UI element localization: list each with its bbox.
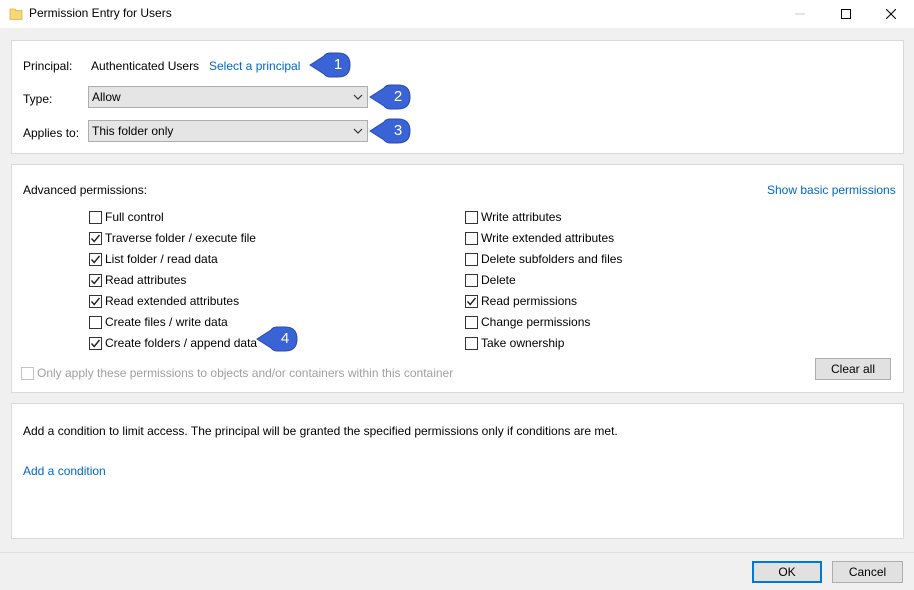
chevron-down-icon	[353, 94, 363, 100]
select-principal-link[interactable]: Select a principal	[209, 59, 300, 73]
callout-number: 4	[280, 330, 290, 347]
show-basic-permissions-link[interactable]: Show basic permissions	[767, 183, 896, 197]
permission-label: List folder / read data	[105, 252, 218, 266]
permission-label: Write attributes	[481, 210, 562, 224]
permission-label: Create folders / append data	[105, 336, 258, 350]
condition-group: Add a condition to limit access. The pri…	[11, 403, 904, 539]
callout-4: 4	[255, 325, 299, 353]
permission-label: Read extended attributes	[105, 294, 240, 308]
permission-label: Take ownership	[481, 336, 565, 350]
callout-1: 1	[308, 51, 352, 79]
dialog-content: Principal: Authenticated Users Select a …	[0, 28, 914, 552]
dialog-footer: OK Cancel	[0, 552, 914, 590]
checkbox-unchecked	[465, 315, 478, 329]
only-apply-label: Only apply these permissions to objects …	[37, 366, 454, 380]
window-title: Permission Entry for Users	[29, 6, 172, 20]
checkbox-checked	[89, 252, 102, 266]
clear-all-button[interactable]: Clear all	[815, 358, 891, 380]
check-icon	[90, 234, 101, 243]
permission-checkbox[interactable]: Traverse folder / execute file	[89, 230, 256, 246]
ok-button[interactable]: OK	[752, 561, 822, 583]
type-value: Allow	[92, 90, 121, 104]
minimize-icon	[795, 13, 805, 15]
permission-checkbox[interactable]: Create files / write data	[89, 314, 228, 330]
add-condition-link[interactable]: Add a condition	[23, 464, 106, 478]
close-button[interactable]	[868, 0, 914, 28]
checkbox-unchecked	[465, 210, 478, 224]
permission-checkbox[interactable]: Read attributes	[89, 272, 186, 288]
permission-checkbox[interactable]: Write attributes	[465, 209, 561, 225]
check-icon	[90, 339, 101, 348]
check-icon	[90, 297, 101, 306]
permission-checkbox[interactable]: Create folders / append data	[89, 335, 257, 351]
checkbox-checked	[89, 231, 102, 245]
checkbox-checked	[89, 273, 102, 287]
minimize-button[interactable]	[777, 0, 823, 28]
checkbox-unchecked	[465, 252, 478, 266]
callout-2: 2	[368, 83, 412, 111]
type-label: Type:	[23, 92, 53, 106]
principal-group: Principal: Authenticated Users Select a …	[11, 40, 904, 154]
maximize-icon	[841, 9, 851, 19]
callout-number: 3	[393, 122, 403, 139]
principal-value: Authenticated Users	[91, 59, 200, 73]
permission-label: Change permissions	[481, 315, 591, 329]
callout-number: 2	[393, 88, 403, 105]
check-icon	[466, 297, 477, 306]
title-bar: Permission Entry for Users	[0, 0, 914, 28]
check-icon	[90, 276, 101, 285]
type-dropdown[interactable]: Allow	[88, 86, 368, 108]
permission-checkbox[interactable]: Read extended attributes	[89, 293, 239, 309]
checkbox-box	[21, 366, 34, 380]
callout-number: 1	[333, 56, 343, 73]
checkbox-unchecked	[89, 210, 102, 224]
applies-to-value: This folder only	[92, 124, 174, 138]
permission-checkbox[interactable]: Take ownership	[465, 335, 564, 351]
permission-checkbox[interactable]: Delete subfolders and files	[465, 251, 622, 267]
permission-label: Traverse folder / execute file	[105, 231, 256, 245]
only-apply-checkbox[interactable]: Only apply these permissions to objects …	[21, 365, 453, 381]
permission-label: Delete	[481, 273, 516, 287]
checkbox-unchecked	[465, 273, 478, 287]
checkbox-checked	[89, 336, 102, 350]
permission-label: Create files / write data	[105, 315, 228, 329]
permission-label: Read attributes	[105, 273, 187, 287]
check-icon	[90, 255, 101, 264]
advanced-permissions-heading: Advanced permissions:	[23, 183, 148, 197]
applies-to-dropdown[interactable]: This folder only	[88, 120, 368, 142]
callout-3: 3	[368, 117, 412, 145]
checkbox-unchecked	[465, 336, 478, 350]
folder-icon	[9, 8, 23, 20]
checkbox-unchecked	[465, 231, 478, 245]
permission-checkbox[interactable]: List folder / read data	[89, 251, 218, 267]
cancel-button[interactable]: Cancel	[832, 561, 903, 583]
permission-checkbox[interactable]: Delete	[465, 272, 516, 288]
checkbox-checked	[465, 294, 478, 308]
permission-checkbox[interactable]: Write extended attributes	[465, 230, 614, 246]
chevron-down-icon	[353, 128, 363, 134]
permission-checkbox[interactable]: Read permissions	[465, 293, 577, 309]
permission-label: Read permissions	[481, 294, 578, 308]
permission-checkbox[interactable]: Full control	[89, 209, 164, 225]
condition-description: Add a condition to limit access. The pri…	[23, 424, 618, 438]
permission-checkbox[interactable]: Change permissions	[465, 314, 590, 330]
permission-label: Delete subfolders and files	[481, 252, 623, 266]
advanced-permissions-group: Advanced permissions: Show basic permiss…	[11, 164, 904, 393]
permission-label: Full control	[105, 210, 164, 224]
maximize-button[interactable]	[823, 0, 869, 28]
close-icon	[886, 9, 896, 19]
applies-to-label: Applies to:	[23, 126, 80, 140]
principal-label: Principal:	[23, 59, 73, 73]
permission-label: Write extended attributes	[481, 231, 615, 245]
checkbox-checked	[89, 294, 102, 308]
checkbox-unchecked	[89, 315, 102, 329]
